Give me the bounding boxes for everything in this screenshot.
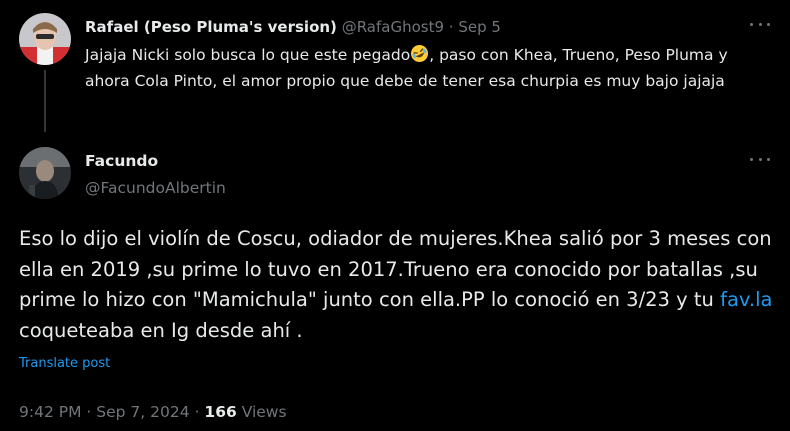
reply-author-name[interactable]: Rafael (Peso Pluma's version) <box>85 18 337 36</box>
rolling-on-floor-laughing-emoji-icon <box>410 44 429 63</box>
meta-separator-1: · <box>86 403 92 421</box>
main-text-part1: Eso lo dijo el violín de Coscu, odiador … <box>19 227 772 311</box>
reply-tweet[interactable]: Rafael (Peso Pluma's version) @RafaGhost… <box>0 0 790 140</box>
main-tweet-text: Eso lo dijo el violín de Coscu, odiador … <box>19 224 779 346</box>
main-text-part2: coqueteaba en Ig desde ahí . <box>19 318 303 342</box>
reply-header: Rafael (Peso Pluma's version) @RafaGhost… <box>85 17 501 37</box>
main-author-name[interactable]: Facundo <box>85 152 158 170</box>
reply-text: Jajaja Nicki solo busca lo que este pega… <box>85 42 765 94</box>
main-name-line: Facundo <box>85 151 158 171</box>
main-author-avatar[interactable] <box>19 147 71 199</box>
reply-more-icon[interactable] <box>750 17 770 31</box>
tweet-meta: 9:42 PM · Sep 7, 2024 · 166 Views <box>19 401 287 423</box>
reply-separator: · <box>448 18 454 36</box>
tweet-date[interactable]: Sep 7, 2024 <box>96 403 189 421</box>
reply-author-handle[interactable]: @RafaGhost9 <box>342 18 444 36</box>
views-label: Views <box>241 403 287 421</box>
thread-connector-line <box>44 70 46 132</box>
tweet-time[interactable]: 9:42 PM <box>19 403 81 421</box>
reply-text-part1: Jajaja Nicki solo busca lo que este pega… <box>85 46 411 64</box>
reply-date[interactable]: Sep 5 <box>458 18 501 36</box>
main-more-icon[interactable] <box>750 152 770 166</box>
main-author-handle[interactable]: @FacundoAlbertin <box>85 178 226 198</box>
mention-link[interactable]: fav.la <box>720 288 772 311</box>
meta-separator-2: · <box>194 403 200 421</box>
views-count[interactable]: 166 <box>204 403 236 421</box>
reply-author-avatar[interactable] <box>19 13 71 65</box>
translate-post-link[interactable]: Translate post <box>19 355 110 373</box>
